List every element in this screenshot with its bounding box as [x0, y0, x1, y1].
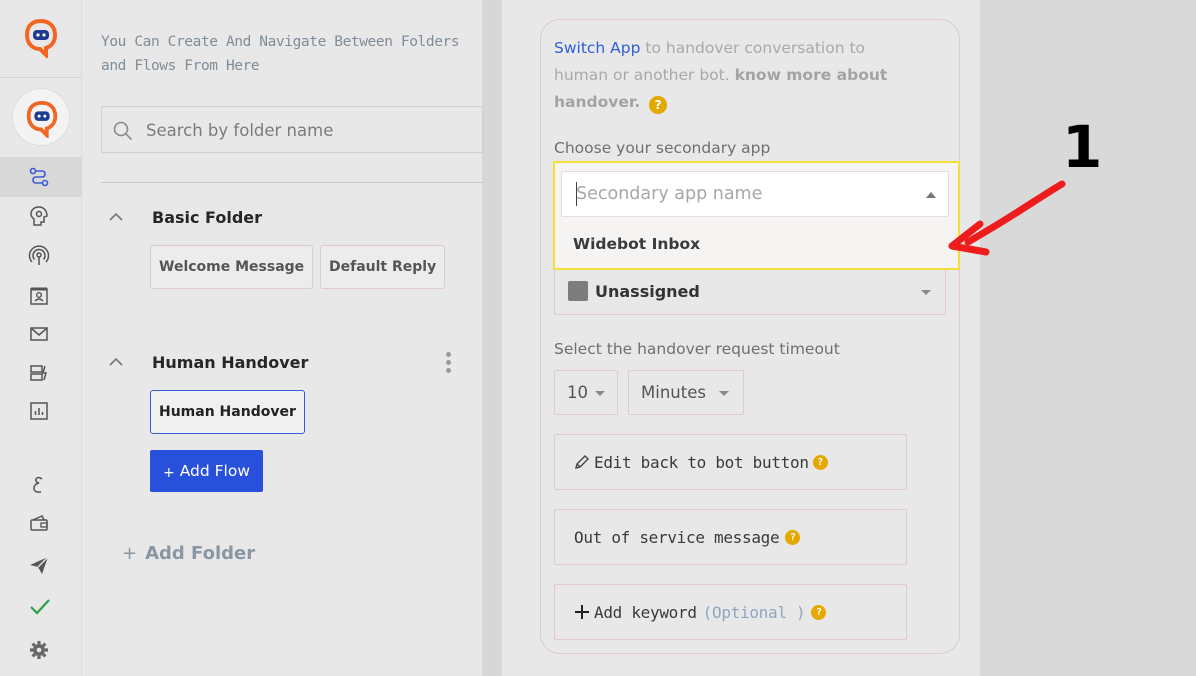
flow-chip-default-reply[interactable]: Default Reply: [320, 245, 446, 289]
handover-settings-panel: Switch App to handover conversation to h…: [522, 0, 980, 676]
step-number: 1: [1062, 113, 1103, 181]
add-flow-button[interactable]: + Add Flow: [150, 450, 263, 492]
out-of-service-button[interactable]: Out of service message ?: [554, 509, 907, 565]
divider: [101, 182, 483, 183]
flow-icon: [29, 167, 49, 187]
rail-item-wallet[interactable]: [0, 503, 82, 543]
rail-item-contacts[interactable]: [0, 276, 82, 316]
red-arrow-icon: [948, 180, 1066, 256]
rail-item-send[interactable]: [0, 545, 82, 585]
template-icon: [30, 365, 47, 381]
rail-item-broadcast[interactable]: [0, 236, 82, 276]
secondary-app-input[interactable]: [576, 181, 896, 207]
send-icon: [30, 556, 49, 574]
timeout-unit-select[interactable]: Minutes: [628, 370, 744, 415]
add-keyword-label: Add keyword: [594, 602, 697, 622]
edit-back-to-bot-button[interactable]: Edit back to bot button ?: [554, 434, 907, 490]
bot-avatar[interactable]: [12, 88, 70, 146]
plus-icon: +: [122, 543, 138, 564]
plus-icon: +: [162, 464, 175, 481]
secondary-app-dropdown: Widebot Inbox: [553, 161, 960, 270]
assignee-value: Unassigned: [595, 282, 700, 301]
timeout-value: 10: [567, 383, 588, 402]
folder-title: Human Handover: [152, 352, 309, 372]
bot-avatar-icon: [26, 100, 58, 138]
add-folder-button[interactable]: + Add Folder: [122, 543, 255, 564]
plus-icon: [575, 605, 589, 619]
rail-item-ai[interactable]: [0, 196, 82, 236]
settings-icon: [30, 641, 48, 659]
contact-card-icon: [30, 287, 48, 305]
caret-down-icon: [595, 391, 605, 396]
timeout-unit: Minutes: [641, 383, 706, 402]
rail-item-flows[interactable]: [0, 157, 82, 197]
broadcast-icon: [28, 245, 50, 265]
timeout-label: Select the handover request timeout: [554, 340, 840, 358]
folder-search-input[interactable]: [146, 117, 466, 143]
help-icon[interactable]: ?: [811, 604, 827, 620]
help-icon[interactable]: ?: [649, 96, 668, 114]
chevron-up-icon[interactable]: [106, 352, 126, 372]
caret-up-icon[interactable]: [926, 192, 936, 198]
rail-item-analytics[interactable]: [0, 391, 82, 431]
caret-down-icon[interactable]: [921, 290, 931, 295]
left-rail: [0, 0, 82, 676]
folder-search[interactable]: [101, 106, 483, 153]
handover-intro: Switch App to handover conversation to h…: [554, 35, 914, 116]
secondary-app-select[interactable]: [561, 171, 949, 217]
brand-logo-icon: [24, 18, 58, 58]
add-flow-label: Add Flow: [179, 462, 251, 480]
folder-human-handover[interactable]: Human Handover: [106, 352, 308, 372]
switch-app-link[interactable]: Switch App: [554, 39, 640, 57]
search-icon: [113, 121, 133, 141]
folder-title: Basic Folder: [152, 207, 263, 227]
mail-icon: [30, 327, 48, 341]
folders-description: You Can Create And Navigate Between Fold…: [101, 34, 460, 74]
timeout-value-select[interactable]: 10: [554, 370, 618, 415]
pencil-icon: [575, 455, 589, 469]
optional-label: (Optional ): [702, 602, 806, 622]
caret-down-icon: [719, 391, 729, 396]
chevron-up-icon[interactable]: [106, 207, 126, 227]
rail-item-settings[interactable]: [0, 630, 82, 670]
language-icon: [33, 476, 43, 493]
status-color-swatch: [568, 281, 588, 301]
help-icon[interactable]: ?: [812, 454, 828, 470]
flow-chip-welcome-message[interactable]: Welcome Message: [150, 245, 314, 289]
brand-logo[interactable]: [0, 0, 82, 78]
help-icon[interactable]: ?: [785, 529, 801, 545]
edit-back-label: Edit back to bot button: [594, 452, 809, 472]
annotation-area: [980, 0, 1196, 676]
folder-basic[interactable]: Basic Folder: [106, 207, 262, 227]
rail-item-language[interactable]: [0, 465, 82, 505]
rail-item-templates[interactable]: [0, 353, 82, 393]
rail-item-inbox[interactable]: [0, 314, 82, 354]
rail-item-status[interactable]: [0, 586, 82, 626]
folder-more-icon[interactable]: [445, 352, 453, 378]
out-of-service-label: Out of service message: [574, 527, 780, 547]
add-folder-label: Add Folder: [145, 543, 256, 564]
wallet-icon: [30, 515, 48, 531]
choose-secondary-label: Choose your secondary app: [554, 139, 771, 157]
assignee-select[interactable]: Unassigned: [554, 270, 946, 315]
flow-chip-human-handover[interactable]: Human Handover: [150, 390, 305, 434]
dropdown-option-widebot-inbox[interactable]: Widebot Inbox: [573, 235, 700, 253]
analytics-icon: [30, 402, 48, 420]
ai-brain-icon: [30, 206, 48, 226]
add-keyword-button[interactable]: Add keyword (Optional ) ?: [554, 584, 907, 640]
check-icon: [30, 599, 50, 615]
folders-panel: You Can Create And Navigate Between Fold…: [82, 0, 502, 676]
